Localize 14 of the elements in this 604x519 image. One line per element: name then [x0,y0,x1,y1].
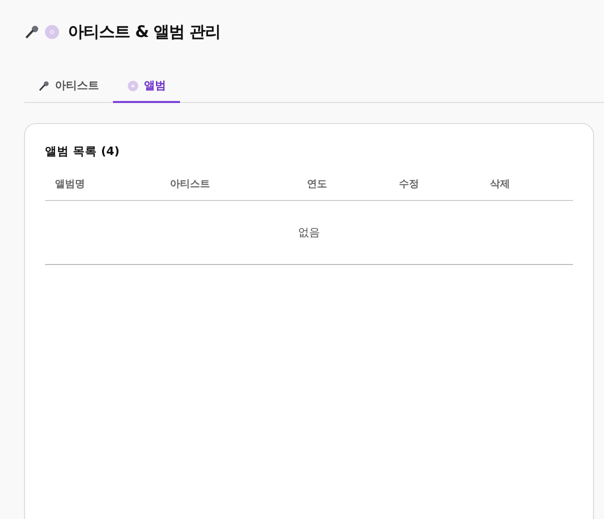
column-header: 앨범명 [54,178,86,191]
column-header: 수정 [398,178,420,191]
microphone-icon [38,80,50,92]
microphone-icon [24,24,40,40]
empty-message: 없음 [298,225,320,240]
column-header: 연도 [306,178,328,191]
disc-icon [44,24,60,40]
page-title: 아티스트 & 앨범 관리 [68,22,221,42]
tab[interactable]: 앨범 [113,74,180,103]
tab[interactable]: 아티스트 [24,74,113,103]
disc-icon [127,80,139,92]
card-title: 앨범 목록 (4) [45,144,121,159]
column-header: 아티스트 [169,178,211,191]
column-header: 삭제 [489,178,511,191]
